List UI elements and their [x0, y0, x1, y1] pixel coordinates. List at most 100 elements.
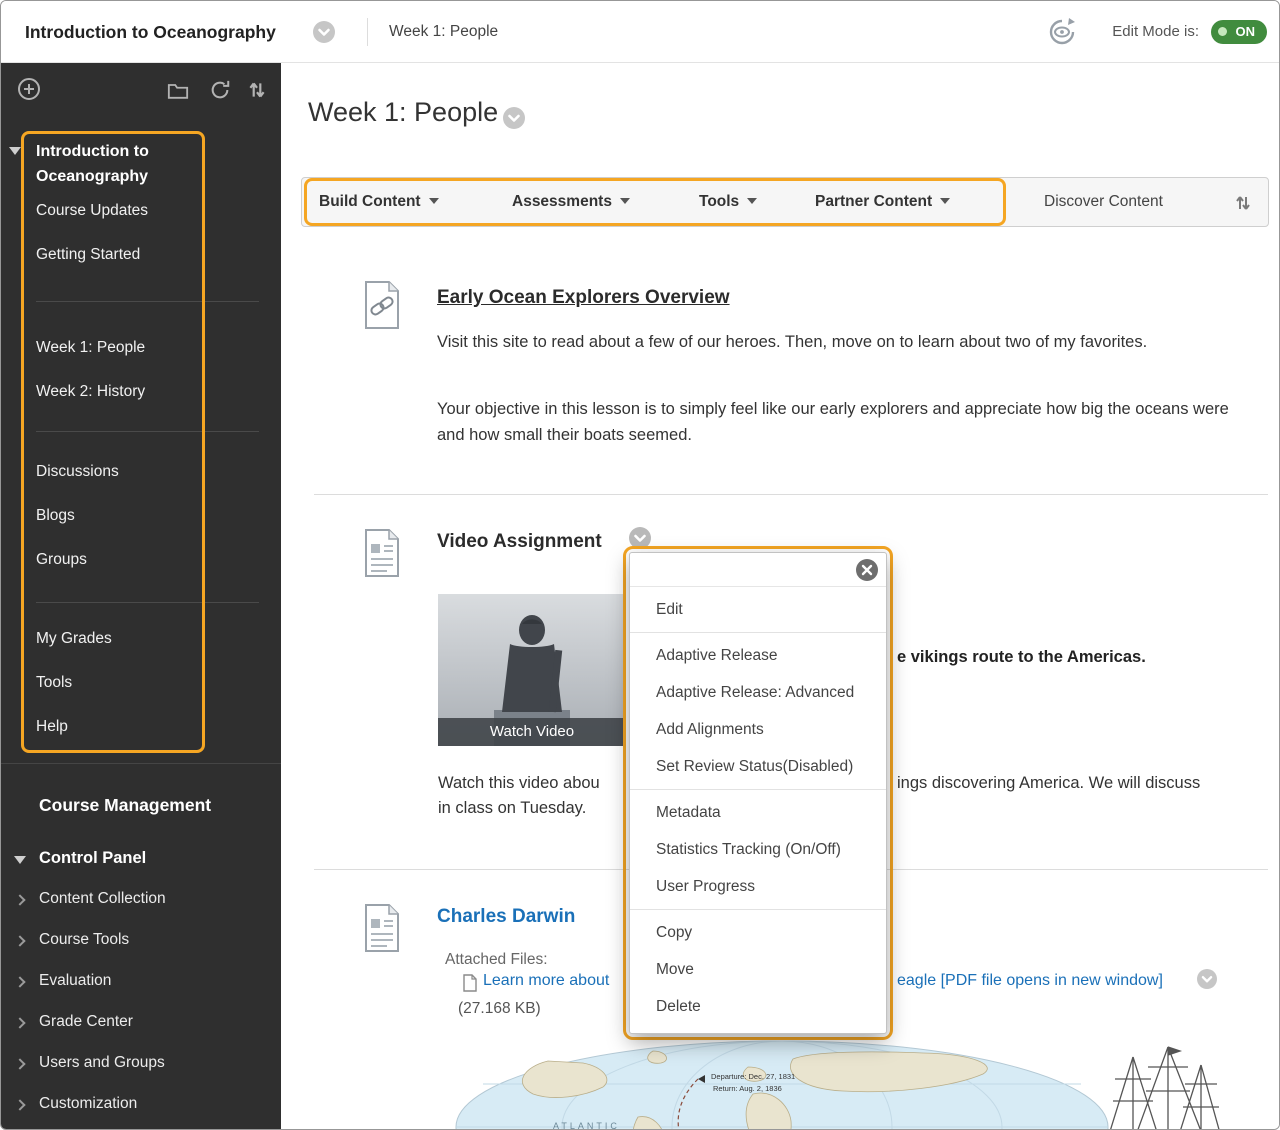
- document-text-icon: [363, 529, 401, 577]
- student-preview-button[interactable]: [1043, 17, 1081, 47]
- menu-divider: [36, 301, 259, 302]
- sidebar-section-divider: [1, 763, 281, 764]
- build-content-button[interactable]: Build Content: [319, 178, 439, 226]
- sidebar-item-blogs[interactable]: Blogs: [36, 494, 262, 538]
- ship-illustration: [1093, 1039, 1233, 1129]
- folder-view-button[interactable]: [167, 81, 189, 105]
- partner-content-button[interactable]: Partner Content: [815, 178, 950, 226]
- menu-item-adaptive-release[interactable]: Adaptive Release: [630, 637, 886, 674]
- map-return-label: Return: Aug. 2, 1836: [713, 1084, 782, 1093]
- chevron-right-icon: [14, 1099, 25, 1110]
- reorder-items-button[interactable]: [1234, 192, 1252, 219]
- close-menu-button[interactable]: [856, 559, 878, 581]
- menu-item-delete[interactable]: Delete: [630, 988, 886, 1025]
- menu-item-adaptive-release-advanced[interactable]: Adaptive Release: Advanced: [630, 674, 886, 711]
- video-caption: Watch Video: [438, 718, 626, 746]
- sidebar-item-evaluation[interactable]: Evaluation: [39, 972, 111, 990]
- chevron-down-circle-icon: [313, 21, 335, 43]
- attached-files-label: Attached Files:: [445, 951, 548, 969]
- sidebar-item-getting-started[interactable]: Getting Started: [36, 233, 262, 277]
- sidebar-item-course-tools[interactable]: Course Tools: [39, 931, 129, 949]
- breadcrumb: Week 1: People: [389, 1, 498, 63]
- collapse-menu-triangle-icon[interactable]: [9, 147, 21, 155]
- sidebar-item-week2[interactable]: Week 2: History: [36, 370, 262, 414]
- sidebar-item-discussions[interactable]: Discussions: [36, 450, 262, 494]
- edit-mode-toggle[interactable]: ON: [1211, 20, 1267, 44]
- sidebar-item-users-and-groups[interactable]: Users and Groups: [39, 1054, 165, 1072]
- map-ocean-label: ATLANTIC: [553, 1121, 620, 1129]
- tools-button[interactable]: Tools: [699, 178, 757, 226]
- sidebar-item-course-updates[interactable]: Course Updates: [36, 189, 262, 233]
- chevron-right-icon: [14, 935, 25, 946]
- course-title-menu-button[interactable]: [313, 21, 335, 43]
- chevron-right-icon: [14, 894, 25, 905]
- chevron-down-circle-icon: [1197, 969, 1217, 989]
- up-down-arrows-icon: [247, 79, 267, 101]
- chevron-down-icon: [620, 198, 630, 204]
- menu-item-move[interactable]: Move: [630, 951, 886, 988]
- video-text-line2: in class on Tuesday.: [438, 799, 586, 818]
- sidebar-item-week1[interactable]: Week 1: People: [36, 326, 262, 370]
- edit-mode-value: ON: [1236, 24, 1256, 39]
- discover-content-button[interactable]: Discover Content: [1044, 178, 1163, 226]
- menu-item-add-alignments[interactable]: Add Alignments: [630, 711, 886, 748]
- keyboard-reorder-button[interactable]: [247, 79, 267, 106]
- tools-label: Tools: [699, 193, 739, 210]
- sidebar-item-groups[interactable]: Groups: [36, 538, 262, 582]
- course-menu: Introduction to Oceanography Course Upda…: [36, 139, 262, 749]
- sidebar-item-tools[interactable]: Tools: [36, 661, 262, 705]
- sidebar-item-help[interactable]: Help: [36, 705, 262, 749]
- charles-darwin-link[interactable]: Charles Darwin: [437, 906, 575, 928]
- top-header: Introduction to Oceanography Week 1: Peo…: [1, 1, 1279, 63]
- course-sidebar: Introduction to Oceanography Course Upda…: [1, 63, 281, 1129]
- partner-content-label: Partner Content: [815, 193, 932, 210]
- sidebar-item-course-home[interactable]: Introduction to Oceanography: [36, 139, 186, 189]
- refresh-button[interactable]: [209, 79, 231, 106]
- page-title-menu-button[interactable]: [503, 107, 525, 129]
- sidebar-item-control-panel[interactable]: Control Panel: [39, 849, 146, 868]
- chevron-right-icon: [14, 1017, 25, 1028]
- menu-divider: [36, 602, 259, 603]
- course-management-heading: Course Management: [39, 795, 211, 816]
- add-menu-item-button[interactable]: [17, 77, 41, 106]
- assessments-button[interactable]: Assessments: [512, 178, 630, 226]
- sidebar-item-my-grades[interactable]: My Grades: [36, 617, 262, 661]
- assessments-label: Assessments: [512, 193, 612, 210]
- blackboard-course-page: Introduction to Oceanography Week 1: Peo…: [0, 0, 1280, 1130]
- menu-item-user-progress[interactable]: User Progress: [630, 868, 886, 905]
- course-title: Introduction to Oceanography: [25, 1, 276, 63]
- folder-icon: [167, 81, 189, 100]
- chevron-down-icon: [940, 198, 950, 204]
- chevron-down-circle-icon: [503, 107, 525, 129]
- refresh-icon: [209, 79, 231, 101]
- menu-item-statistics-tracking[interactable]: Statistics Tracking (On/Off): [630, 831, 886, 868]
- annotation-context-menu-highlight: Edit Adaptive Release Adaptive Release: …: [623, 546, 893, 1040]
- overview-paragraph-2: Your objective in this lesson is to simp…: [437, 396, 1243, 448]
- pdf-link-left-fragment[interactable]: Learn more about: [483, 972, 609, 990]
- menu-item-edit[interactable]: Edit: [630, 591, 886, 628]
- pdf-link-menu-button[interactable]: [1197, 969, 1217, 994]
- edit-mode-label: Edit Mode is:: [1112, 1, 1199, 63]
- menu-item-set-review-status[interactable]: Set Review Status(Disabled): [630, 748, 886, 785]
- close-circle-icon: [856, 559, 878, 581]
- menu-item-copy[interactable]: Copy: [630, 914, 886, 951]
- sidebar-item-content-collection[interactable]: Content Collection: [39, 890, 166, 908]
- context-menu-group: Copy Move Delete: [630, 909, 886, 1029]
- sidebar-item-customization[interactable]: Customization: [39, 1095, 137, 1113]
- video-thumbnail[interactable]: Watch Video: [438, 594, 626, 746]
- build-content-label: Build Content: [319, 193, 421, 210]
- item-divider: [314, 494, 1268, 495]
- voyage-map-image: Departure: Dec. 27, 1831 Return: Aug. 2,…: [453, 1039, 1111, 1129]
- menu-divider: [36, 431, 259, 432]
- pdf-link-right-fragment[interactable]: eagle [PDF file opens in new window]: [897, 972, 1163, 990]
- file-icon: [463, 974, 477, 992]
- sidebar-item-grade-center[interactable]: Grade Center: [39, 1013, 133, 1031]
- menu-item-metadata[interactable]: Metadata: [630, 794, 886, 831]
- overview-item-link[interactable]: Early Ocean Explorers Overview: [437, 287, 730, 309]
- video-description-bold-fragment: e vikings route to the Americas.: [897, 648, 1146, 667]
- action-bar: Build Content Assessments Tools Partner …: [301, 177, 1269, 227]
- video-text-line1-left: Watch this video abou: [438, 774, 600, 793]
- chevron-right-icon: [14, 976, 25, 987]
- context-menu-group: Metadata Statistics Tracking (On/Off) Us…: [630, 789, 886, 909]
- plus-circle-icon: [17, 77, 41, 101]
